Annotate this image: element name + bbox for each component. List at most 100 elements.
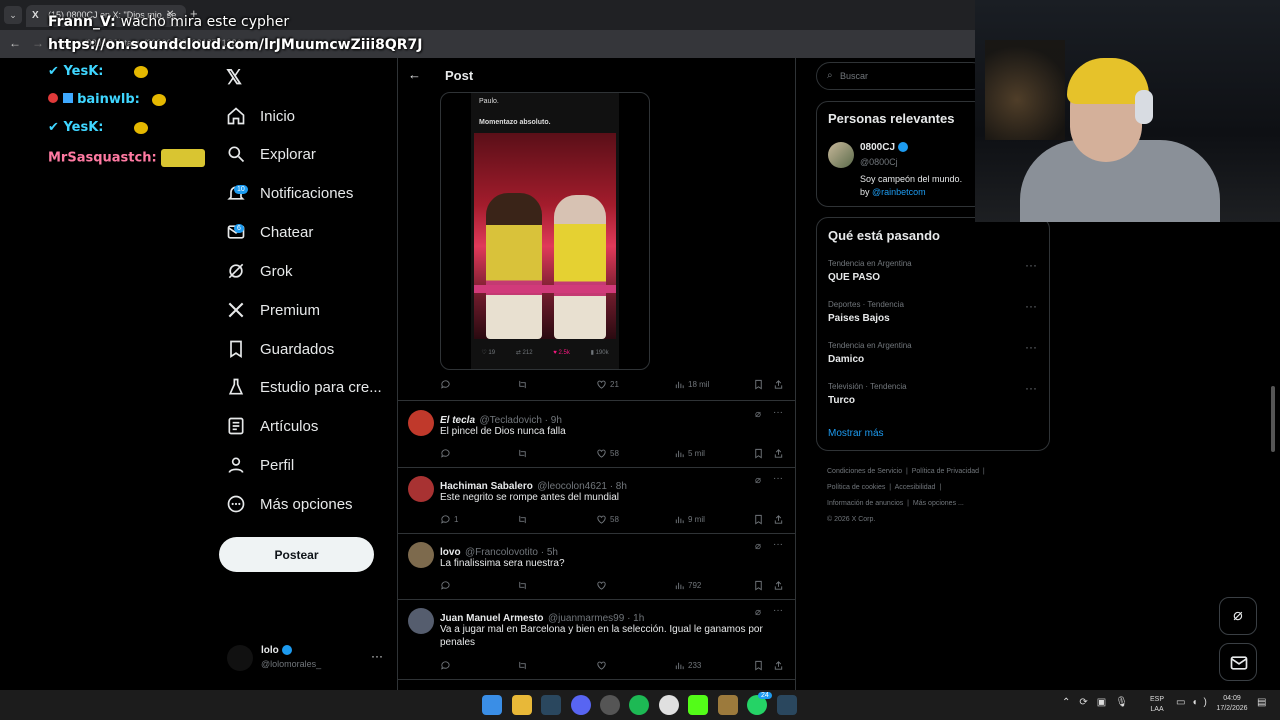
nav-item-premium[interactable]: Premium [226, 291, 320, 329]
network-volume-icons[interactable]: ▭◖) [1176, 697, 1213, 708]
like-button[interactable]: 21 [596, 379, 619, 390]
nav-item-notificaciones[interactable]: 10 Notificaciones [226, 174, 353, 212]
nav-item-perfil[interactable]: Perfil [226, 446, 294, 484]
views-button[interactable]: 18 mil [674, 379, 709, 390]
more-icon[interactable]: ··· [1025, 381, 1037, 395]
more-icon[interactable]: ··· [773, 605, 783, 616]
views-button[interactable]: 792 [674, 580, 701, 591]
avatar[interactable] [408, 608, 434, 634]
like-button[interactable]: 58 [596, 514, 619, 525]
bookmark-button[interactable] [753, 448, 767, 459]
more-icon[interactable]: ··· [773, 473, 783, 484]
views-button[interactable]: 233 [674, 660, 701, 671]
reply-row[interactable]: El tecla @Tecladovich · 9h ⌀ ··· El pincel … [397, 402, 796, 468]
bio-link[interactable]: @rainbetcom [872, 187, 926, 197]
share-button[interactable] [773, 514, 787, 525]
reply-row[interactable]: Hachiman Sabalero @leocolon4621 · 8h ⌀ ···… [397, 468, 796, 534]
share-button[interactable] [773, 660, 787, 671]
share-button[interactable] [773, 448, 787, 459]
scrollbar-thumb[interactable] [1271, 386, 1275, 452]
avatar[interactable] [408, 476, 434, 502]
footer-privacy[interactable]: Política de Privacidad [912, 468, 979, 475]
reply-button[interactable]: 1 [440, 514, 458, 525]
repost-button[interactable] [517, 514, 531, 525]
like-button[interactable] [596, 580, 610, 591]
bookmark-icon[interactable] [753, 379, 767, 390]
views-button[interactable]: 5 mil [674, 448, 705, 459]
repost-button[interactable] [517, 448, 531, 459]
footer-more[interactable]: Más opciones ... [913, 500, 964, 507]
clock[interactable]: 04:09 17/2/2026 [1212, 694, 1252, 714]
taskbar-file-explorer-icon[interactable] [512, 695, 532, 715]
taskbar-discord-icon[interactable] [571, 695, 591, 715]
embedded-media-card[interactable]: Paulo. Momentazo absoluto. ♡ 19 ⇄ 212 ♥ … [440, 92, 650, 370]
more-icon[interactable]: ··· [1025, 299, 1037, 313]
repost-button[interactable] [517, 580, 531, 591]
nav-item-explorar[interactable]: Explorar [226, 135, 316, 173]
taskbar-chrome-icon[interactable] [659, 695, 679, 715]
language-indicator[interactable]: ESP LAA [1150, 695, 1164, 715]
nav-item-guardados[interactable]: Guardados [226, 330, 334, 368]
trend-item[interactable]: Deportes · Tendencia Paises Bajos ··· [817, 299, 1049, 337]
repost-icon[interactable] [517, 379, 531, 390]
bookmark-button[interactable] [753, 514, 767, 525]
nav-item-chatear[interactable]: 6 Chatear [226, 213, 313, 251]
share-icon[interactable] [773, 379, 787, 390]
taskbar-kick-icon[interactable] [688, 695, 708, 715]
grok-float-button[interactable]: ⌀ [1219, 597, 1257, 635]
grok-analyze-icon[interactable]: ⌀ [755, 541, 761, 552]
nav-item-artículos[interactable]: Artículos [226, 407, 318, 445]
reply-icon[interactable] [440, 379, 454, 390]
footer-terms[interactable]: Condiciones de Servicio [827, 468, 902, 475]
relevant-user-name[interactable]: 0800CJ [860, 142, 895, 153]
bookmark-button[interactable] [753, 580, 767, 591]
taskbar-winrar-icon[interactable] [718, 695, 738, 715]
avatar[interactable] [408, 410, 434, 436]
search-box[interactable]: ⌕ Buscar [816, 62, 986, 90]
trend-item[interactable]: Tendencia en Argentina Damico ··· [817, 340, 1049, 378]
forward-nav-icon[interactable]: → [32, 36, 44, 50]
views-button[interactable]: 9 mil [674, 514, 705, 525]
taskbar-steam-icon[interactable] [777, 695, 797, 715]
x-logo-icon[interactable]: 𝕏 [226, 65, 242, 90]
avatar[interactable] [828, 142, 854, 168]
nav-item-inicio[interactable]: Inicio [226, 97, 295, 135]
messages-float-button[interactable] [1219, 643, 1257, 681]
footer-accessibility[interactable]: Accesibilidad [895, 484, 936, 491]
avatar[interactable] [408, 542, 434, 568]
taskbar-obs-icon[interactable] [600, 695, 620, 715]
reply-row[interactable]: lovo @Francolovotito · 5h ⌀ ··· La finaliss… [397, 534, 796, 600]
account-switcher[interactable]: lolo @lolomorales_ ··· [225, 643, 385, 675]
taskbar-start-icon[interactable] [482, 695, 502, 715]
grok-analyze-icon[interactable]: ⌀ [755, 409, 761, 420]
tab-list-button[interactable]: ⌄ [4, 6, 22, 24]
trend-item[interactable]: Televisión · Tendencia Turco ··· [817, 381, 1049, 419]
like-button[interactable]: 58 [596, 448, 619, 459]
reply-button[interactable] [440, 448, 454, 459]
grok-analyze-icon[interactable]: ⌀ [755, 607, 761, 618]
reply-button[interactable] [440, 580, 454, 591]
more-icon[interactable]: ··· [371, 649, 383, 663]
share-button[interactable] [773, 580, 787, 591]
back-arrow-icon[interactable]: ← [408, 67, 421, 82]
more-icon[interactable]: ··· [1025, 340, 1037, 354]
bookmark-button[interactable] [753, 660, 767, 671]
more-icon[interactable]: ··· [773, 539, 783, 550]
footer-ads-info[interactable]: Información de anuncios [827, 500, 903, 507]
footer-cookies[interactable]: Política de cookies [827, 484, 885, 491]
trend-item[interactable]: Tendencia en Argentina QUE PASO ··· [817, 258, 1049, 296]
taskbar-steam-icon[interactable] [541, 695, 561, 715]
taskbar-spotify-icon[interactable] [629, 695, 649, 715]
post-button[interactable]: Postear [219, 537, 374, 572]
reply-button[interactable] [440, 660, 454, 671]
more-icon[interactable]: ··· [773, 407, 783, 418]
back-nav-icon[interactable]: ← [9, 36, 21, 50]
nav-item-grok[interactable]: Grok [226, 252, 293, 290]
repost-button[interactable] [517, 660, 531, 671]
reply-row[interactable]: Juan Manuel Armesto @juanmarmes99 · 1h ⌀ ·… [397, 600, 796, 680]
grok-analyze-icon[interactable]: ⌀ [755, 475, 761, 486]
show-more-link[interactable]: Mostrar más [828, 428, 884, 439]
notification-icon[interactable]: ▤ [1257, 697, 1266, 708]
nav-item-estudio-para-cre[interactable]: Estudio para cre... [226, 368, 382, 406]
nav-item-más-opciones[interactable]: Más opciones [226, 485, 353, 523]
